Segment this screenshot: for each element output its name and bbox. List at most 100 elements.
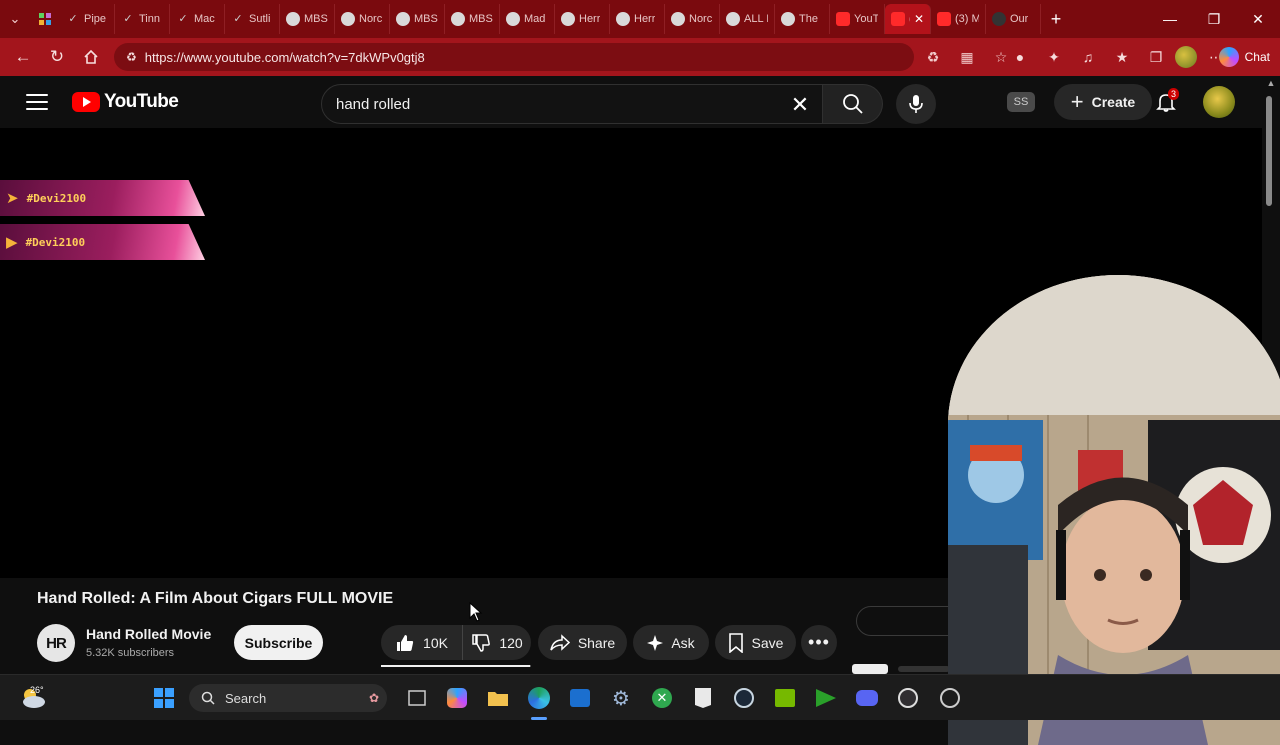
- outlook-icon[interactable]: [568, 686, 592, 710]
- tab-3[interactable]: ✓ Sutli: [225, 4, 280, 34]
- stream-overlay-banner: ➤ #Devi2100: [0, 180, 205, 216]
- collections-icon[interactable]: ❐: [1141, 42, 1171, 72]
- tab-14[interactable]: YouT: [830, 4, 885, 34]
- media-control-icon[interactable]: ♫: [1073, 42, 1103, 72]
- edge-browser-icon[interactable]: [527, 686, 551, 710]
- close-tab-icon[interactable]: ✕: [914, 12, 924, 26]
- taskbar-search-label: Search: [225, 690, 267, 706]
- back-arrow-icon[interactable]: ←: [6, 40, 40, 74]
- thumbs-down-icon: [472, 633, 491, 652]
- subscribe-button[interactable]: Subscribe: [234, 625, 323, 660]
- tab-6[interactable]: MBS: [390, 4, 445, 34]
- scroll-up-arrow-icon[interactable]: ▲: [1264, 78, 1278, 92]
- tab-5[interactable]: Norc: [335, 4, 390, 34]
- obs-icon[interactable]: [896, 686, 920, 710]
- channel-avatar[interactable]: HR: [37, 624, 75, 662]
- dislike-button[interactable]: 120: [463, 625, 531, 660]
- tab-11[interactable]: Norc: [665, 4, 720, 34]
- notifications-button[interactable]: 3: [1150, 86, 1182, 118]
- social-handle: #Devi2100: [26, 191, 87, 205]
- scrollbar-thumb[interactable]: [1266, 96, 1272, 206]
- taskbar-search-box[interactable]: Search ✿: [189, 684, 387, 712]
- site-info-icon[interactable]: ♻: [126, 50, 137, 64]
- tab-8[interactable]: Mad: [500, 4, 555, 34]
- tab-16[interactable]: (3) M: [931, 4, 986, 34]
- tab-favicon-icon: [726, 12, 740, 26]
- search-highlight-icon: ✿: [368, 691, 379, 705]
- tab-12[interactable]: ALL I: [720, 4, 775, 34]
- tab-4[interactable]: MBS: [280, 4, 335, 34]
- youtube-logo[interactable]: YouTube: [72, 91, 179, 113]
- tab-label: Herr: [634, 13, 656, 25]
- copilot-app-icon[interactable]: [445, 686, 469, 710]
- extension-badge[interactable]: SS: [1007, 92, 1035, 112]
- restore-icon[interactable]: ❐: [1192, 0, 1236, 38]
- address-bar[interactable]: ♻ https://www.youtube.com/watch?v=7dkWPv…: [114, 43, 914, 71]
- youtube-favicon-icon: [891, 12, 905, 26]
- plus-icon: +: [1070, 89, 1084, 114]
- social-handle: #Devi2100: [25, 235, 86, 249]
- copilot-chat-button[interactable]: Chat: [1218, 44, 1270, 70]
- refresh-icon[interactable]: ↻: [40, 40, 74, 74]
- voice-search-button[interactable]: [896, 84, 936, 124]
- search-button[interactable]: [823, 84, 883, 124]
- tab-17[interactable]: Our: [986, 4, 1041, 34]
- tab-7[interactable]: MBS: [445, 4, 500, 34]
- mouse-cursor-icon: [469, 601, 483, 627]
- windows-taskbar: 26° Search ✿ ⚙ ✕: [0, 674, 1280, 720]
- tab-label: Mac: [194, 13, 215, 25]
- browser-toolbar: ● ✦ ♫ ★ ❐ ⋯: [1005, 38, 1231, 76]
- xbox-icon[interactable]: ✕: [650, 686, 674, 710]
- tab-label: Mad: [524, 13, 546, 25]
- save-button[interactable]: Save: [715, 625, 796, 660]
- clear-search-icon[interactable]: ✕: [784, 89, 816, 121]
- streaming-app-icon[interactable]: [814, 686, 838, 710]
- tab-10[interactable]: Herr: [610, 4, 665, 34]
- tab-2[interactable]: ✓ Mac: [170, 4, 225, 34]
- file-explorer-icon[interactable]: [486, 686, 510, 710]
- tab-1[interactable]: ✓ Tinn: [115, 4, 170, 34]
- discord-icon[interactable]: [855, 686, 879, 710]
- tab-9[interactable]: Herr: [555, 4, 610, 34]
- extensions-puzzle-icon[interactable]: ✦: [1039, 42, 1069, 72]
- menu-hamburger-icon[interactable]: [24, 90, 50, 114]
- create-button[interactable]: + Create: [1054, 84, 1152, 120]
- filter-chip[interactable]: [898, 666, 950, 672]
- channel-name[interactable]: Hand Rolled Movie: [86, 626, 211, 642]
- filter-chip[interactable]: [852, 664, 888, 674]
- video-title: Hand Rolled: A Film About Cigars FULL MO…: [37, 590, 394, 607]
- close-window-icon[interactable]: ✕: [1236, 0, 1280, 38]
- tab-favicon-icon: ✓: [123, 13, 133, 25]
- minimize-icon[interactable]: —: [1148, 0, 1192, 38]
- share-button[interactable]: Share: [538, 625, 627, 660]
- home-icon[interactable]: [74, 40, 108, 74]
- more-actions-button[interactable]: •••: [801, 625, 837, 660]
- workspaces-icon[interactable]: [30, 0, 60, 38]
- tab-actions-chevron-icon[interactable]: ⌄: [0, 0, 30, 38]
- tab-0[interactable]: ✓ Pipe: [60, 4, 115, 34]
- ask-button[interactable]: Ask: [633, 625, 709, 660]
- tab-favicon-icon: ✓: [68, 13, 78, 25]
- translate-icon[interactable]: ♻: [918, 42, 948, 72]
- nvidia-icon[interactable]: [773, 686, 797, 710]
- app-available-icon[interactable]: ▦: [952, 42, 982, 72]
- tab-active[interactable]: (✕: [885, 4, 931, 34]
- weather-widget[interactable]: 26°: [18, 683, 50, 713]
- favorites-icon[interactable]: ★: [1107, 42, 1137, 72]
- speedometer-icon[interactable]: [938, 686, 962, 710]
- tab-favicon-icon: [992, 12, 1006, 26]
- copilot-icon: [1218, 47, 1239, 67]
- account-avatar[interactable]: [1203, 86, 1235, 118]
- like-button[interactable]: 10K: [381, 625, 463, 660]
- browser-profile-avatar[interactable]: [1175, 46, 1197, 68]
- settings-gear-icon[interactable]: ⚙: [609, 686, 633, 710]
- new-tab-icon[interactable]: +: [1041, 9, 1071, 30]
- extension-toggle-icon[interactable]: ●: [1005, 42, 1035, 72]
- epic-games-icon[interactable]: [691, 686, 715, 710]
- tab-favicon-icon: [671, 12, 685, 26]
- tab-13[interactable]: The: [775, 4, 830, 34]
- task-view-icon[interactable]: [405, 686, 429, 710]
- steam-icon[interactable]: [732, 686, 756, 710]
- windows-start-icon[interactable]: [152, 686, 176, 710]
- search-input[interactable]: [336, 95, 766, 113]
